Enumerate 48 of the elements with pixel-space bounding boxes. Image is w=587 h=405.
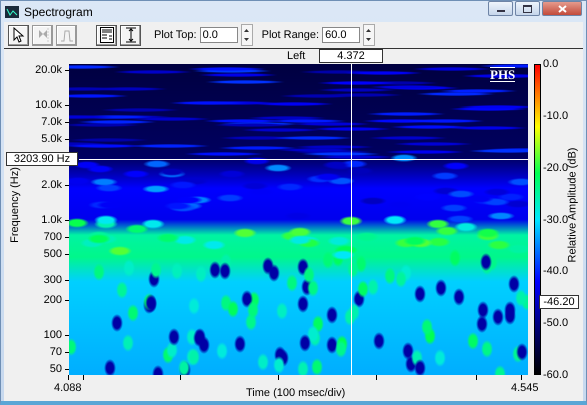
axis-tick-label: 4.088 (54, 382, 82, 394)
axis-title: Time (100 msec/div) (246, 387, 346, 399)
spin-button[interactable] (363, 24, 376, 46)
scale-tick-label: -60.0 (543, 368, 568, 382)
close-icon (558, 4, 566, 12)
maximize-button[interactable] (515, 1, 540, 16)
close-button[interactable] (542, 1, 582, 16)
tool-button[interactable] (8, 24, 29, 46)
axis-tick-label: 7.0k (41, 115, 62, 130)
frequency-readout: 3203.90 Hz (6, 152, 78, 166)
time-readout: 4.372 (319, 49, 383, 63)
axis-tick-label: 200 (44, 293, 62, 307)
tool-button[interactable] (96, 24, 117, 46)
panel-icon (100, 27, 114, 43)
scale-tick-label: 0.0 (543, 57, 558, 71)
axis-tick-label: 700 (44, 230, 62, 244)
scale-tick-label: -30.0 (543, 214, 568, 226)
axis-tick-label: 500 (44, 247, 62, 262)
axis-title: Frequency (Hz) (8, 167, 21, 243)
axis-title: Relative Amplitude (dB) (566, 148, 578, 262)
axis-tick-label: 20.0k (35, 63, 62, 77)
scale-tick-label: -20.0 (543, 162, 568, 174)
amplitude-readout: -46.20 (539, 295, 579, 309)
logo-text: PHS (490, 67, 516, 82)
axis-tick-label: 70 (50, 345, 62, 360)
tool-button[interactable] (120, 24, 141, 46)
pointer-icon (12, 27, 26, 43)
axis-tick-label: 2.0k (41, 178, 62, 192)
axis-tick-label: 100 (44, 328, 62, 342)
number-field[interactable]: 60.0 (322, 27, 360, 43)
scale-tick-label: -40.0 (543, 264, 568, 278)
axis-tick-label: 4.545 (511, 382, 539, 394)
scale-tick-label: -10.0 (543, 108, 568, 123)
axis-tick-label: 300 (44, 272, 62, 287)
axis-tick-label: 5.0k (41, 132, 62, 146)
minimize-button[interactable] (488, 1, 513, 16)
cursor-label: Left (287, 50, 306, 62)
field-label: Plot Range: (262, 29, 320, 41)
window-title: Spectrogram (24, 4, 93, 18)
axis-tick-label: 1.0k (41, 212, 62, 227)
scale-tick-label: -50.0 (543, 316, 568, 330)
axis-tick-label: 10.0k (35, 98, 62, 112)
spectrogram-app-icon (5, 6, 19, 18)
range-icon (124, 27, 138, 43)
field-label: Plot Top: (154, 29, 197, 41)
spin-button[interactable] (240, 24, 253, 46)
number-field[interactable]: 0.0 (200, 27, 238, 43)
axis-tick-label: 50 (50, 362, 62, 376)
